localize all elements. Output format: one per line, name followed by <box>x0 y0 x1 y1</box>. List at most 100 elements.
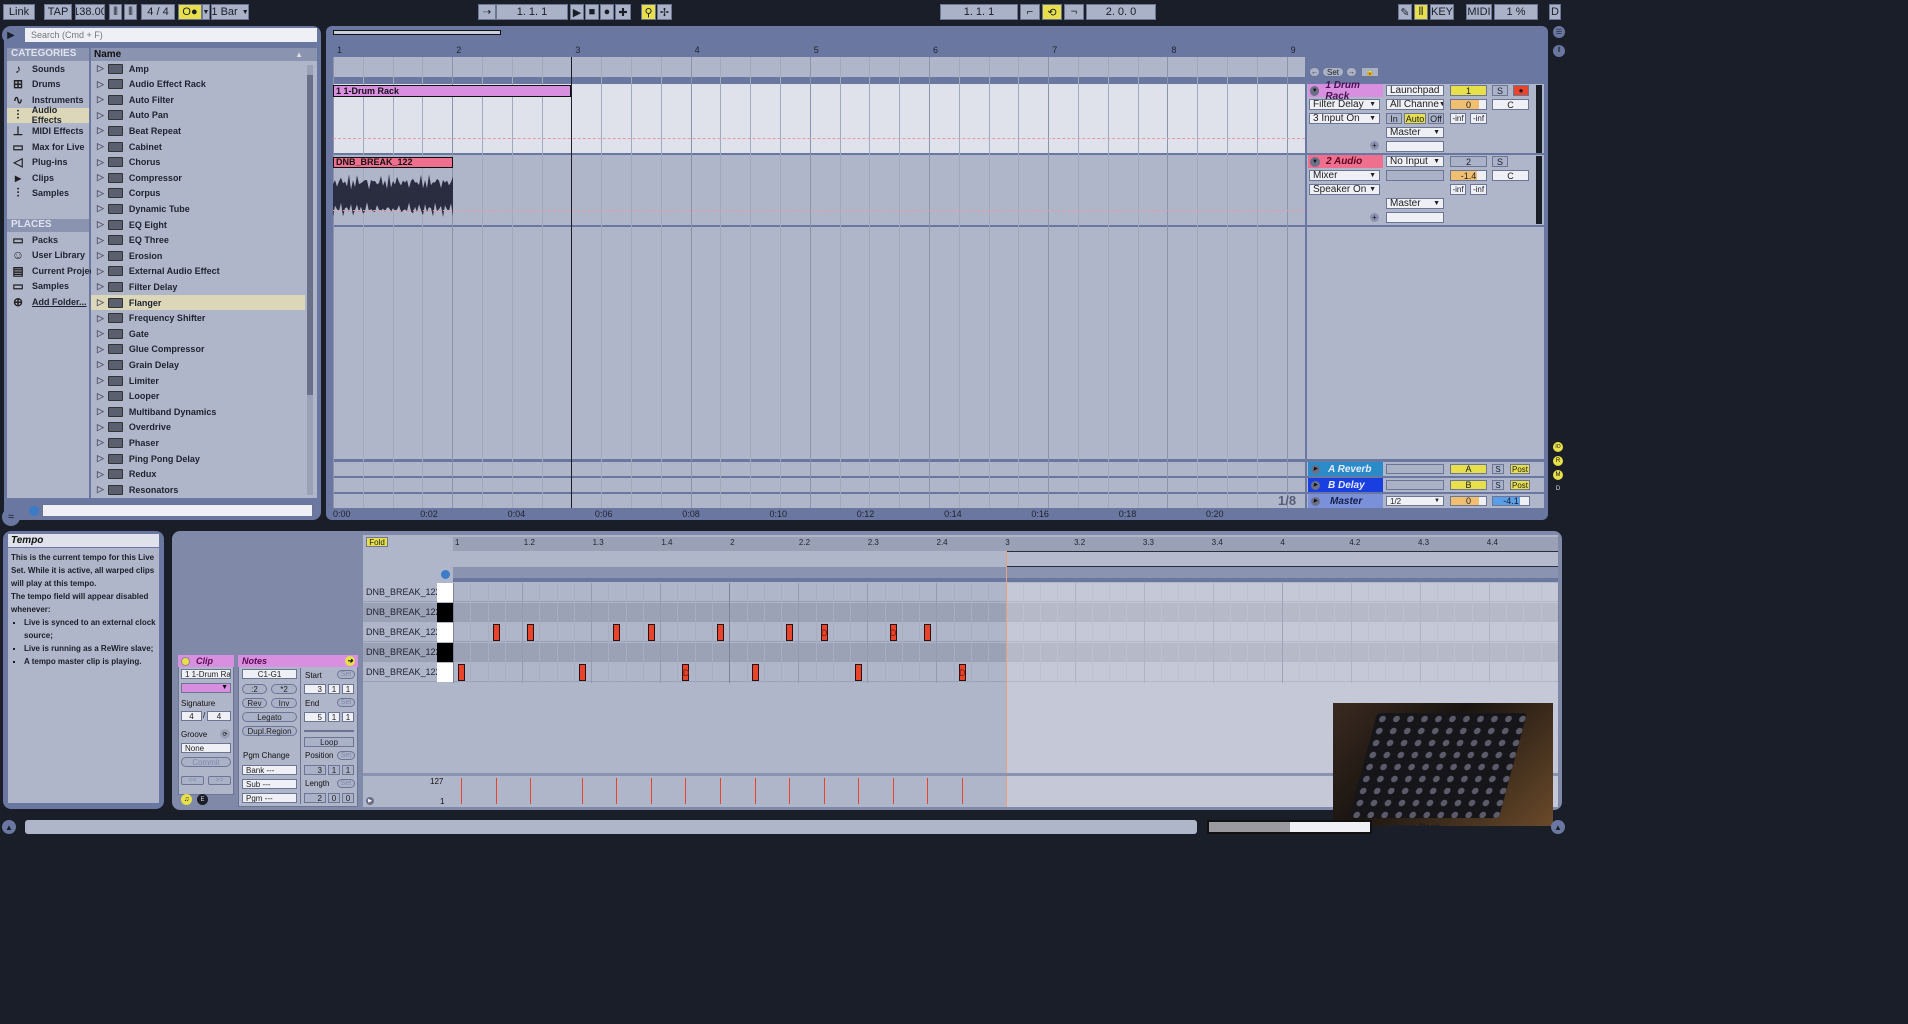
expand-triangle-icon[interactable]: ▷ <box>97 469 104 480</box>
piano-key[interactable] <box>437 603 453 622</box>
expand-triangle-icon[interactable]: ▷ <box>97 484 104 495</box>
browser-item[interactable]: ▷ Multiband Dynamics <box>91 404 305 419</box>
track-fold-icon[interactable]: ▼ <box>1310 85 1320 96</box>
expand-triangle-icon[interactable]: ▷ <box>97 110 104 121</box>
view-toggle-session[interactable]: ☰ <box>1553 26 1565 38</box>
midi-note[interactable]: D <box>958 664 966 681</box>
expand-triangle-icon[interactable]: ▷ <box>97 313 104 324</box>
returns-toggle[interactable]: R <box>1553 456 1563 466</box>
velocity-marker[interactable] <box>927 778 929 804</box>
solo-button-2[interactable]: S <box>1492 156 1508 167</box>
drum-pad-name[interactable]: DNB_BREAK_122 <box>366 627 441 637</box>
return-input-field[interactable] <box>1386 480 1444 490</box>
expand-triangle-icon[interactable]: ▷ <box>97 157 104 168</box>
audio-input-chooser[interactable]: No Input ▼ <box>1386 156 1444 167</box>
start-set-button[interactable]: Set <box>337 670 355 679</box>
preview-headphones-icon[interactable] <box>29 506 39 516</box>
expand-triangle-icon[interactable]: ▷ <box>97 344 104 355</box>
piano-key[interactable] <box>437 643 453 662</box>
velocity-lane-toggle[interactable]: ▶ <box>366 797 374 805</box>
editor-loop-brace[interactable] <box>1006 551 1558 567</box>
browser-item[interactable]: ▷ Beat Repeat <box>91 123 305 138</box>
play-icon[interactable]: ▶ <box>1311 480 1320 490</box>
browser-item[interactable]: ▷ Frequency Shifter <box>91 311 305 326</box>
midi-channel-chooser[interactable]: All Channe▼ <box>1386 99 1444 110</box>
velocity-marker[interactable] <box>719 778 721 804</box>
bank-field[interactable]: Bank --- <box>242 765 297 775</box>
add-lane-icon[interactable]: + <box>1370 213 1379 222</box>
notes-view-toggle[interactable]: ♫ <box>181 794 192 805</box>
browser-item[interactable]: ▷ Limiter <box>91 373 305 388</box>
velocity-marker[interactable] <box>858 778 860 804</box>
return-solo-button[interactable]: S <box>1492 464 1504 474</box>
double-button[interactable]: *2 <box>271 684 297 694</box>
midi-note[interactable]: D <box>820 624 828 641</box>
groove-pool-toggle[interactable]: ≈ <box>2 508 20 526</box>
record-button[interactable]: ● <box>600 4 614 20</box>
nudge-down-button[interactable]: ⦀ <box>109 4 122 20</box>
master-volume-field[interactable]: 0 <box>1450 496 1487 506</box>
return-activator[interactable]: A <box>1450 464 1487 474</box>
browser-item[interactable]: ▷ Overdrive <box>91 420 305 435</box>
quantize-menu[interactable]: 1 Bar ▼ <box>211 4 249 20</box>
drum-pad-name[interactable]: DNB_BREAK_122 <box>366 587 441 597</box>
length-bar-field[interactable]: 2 <box>304 793 326 803</box>
play-button[interactable]: ▶ <box>570 4 584 20</box>
track-activator-2[interactable]: 2 <box>1450 156 1487 167</box>
return-solo-button[interactable]: S <box>1492 480 1504 490</box>
output-chooser-drum[interactable]: Master ▼ <box>1386 127 1444 138</box>
time-signature-field[interactable]: 4 / 4 <box>141 4 175 20</box>
volume-field-1[interactable]: 0 <box>1450 99 1487 110</box>
bar-ruler[interactable]: 1 2 3 4 5 6 7 8 9 <box>333 45 1305 57</box>
browser-scrollbar[interactable] <box>307 65 313 495</box>
expand-triangle-icon[interactable]: ▷ <box>97 172 104 183</box>
arrangement-clip-dnb-break[interactable]: DNB_BREAK_122 <box>333 157 453 168</box>
drum-pad-name[interactable]: DNB_BREAK_122 <box>366 667 441 677</box>
browser-item[interactable]: ▷ Glue Compressor <box>91 342 305 357</box>
piano-key[interactable] <box>437 663 453 682</box>
next-locator-button[interactable]: → <box>1346 67 1357 77</box>
midi-note[interactable]: D <box>682 664 690 681</box>
signature-denominator[interactable]: 4 <box>207 711 231 721</box>
next-clip-button[interactable]: >> <box>208 776 231 785</box>
expand-triangle-icon[interactable]: ▷ <box>97 266 104 277</box>
start-beat-field[interactable]: 1 <box>328 684 340 694</box>
expand-triangle-icon[interactable]: ▷ <box>97 79 104 90</box>
pan-field-2[interactable]: C <box>1492 170 1529 181</box>
position-beat-field[interactable]: 1 <box>328 765 340 775</box>
time-ruler[interactable]: 0:00 0:02 0:04 0:06 0:08 0:10 0:12 0:14 0:16 0:18… <box>333 509 1305 521</box>
expand-triangle-icon[interactable]: ▷ <box>97 63 104 74</box>
reverse-button[interactable]: Rev <box>242 698 267 708</box>
drum-pad-name[interactable]: DNB_BREAK_122 <box>366 607 441 617</box>
velocity-marker[interactable] <box>461 778 462 804</box>
detail-view-toggle[interactable]: ▲ <box>1551 820 1565 834</box>
return-track-title[interactable]: ▶ B Delay <box>1308 478 1383 492</box>
loop-toggle-button[interactable]: Loop <box>304 737 354 747</box>
view-toggle-arrangement[interactable]: ⦀ <box>1553 45 1565 57</box>
category-audio-effects[interactable]: ⫶ Audio Effects <box>7 105 89 125</box>
device-chooser-audio[interactable]: Mixer ▼ <box>1309 170 1380 181</box>
expand-triangle-icon[interactable]: ▷ <box>97 359 104 370</box>
browser-item[interactable]: ▷ Erosion <box>91 248 305 263</box>
preview-bar[interactable] <box>42 504 313 517</box>
punch-out-button[interactable]: ¬ <box>1064 4 1084 20</box>
position-sixteenth-field[interactable]: 1 <box>342 765 354 775</box>
velocity-marker[interactable] <box>754 778 756 804</box>
input-status-drum[interactable]: 3 Input On ▼ <box>1309 113 1380 124</box>
punch-in-button[interactable]: ⌐ <box>1020 4 1040 20</box>
io-toggle[interactable]: IO <box>1553 442 1563 452</box>
browser-item[interactable]: ▷ Resonators <box>91 482 305 497</box>
browser-item[interactable]: ▷ Redux <box>91 467 305 482</box>
browser-item[interactable]: ▷ Audio Effect Rack <box>91 77 305 92</box>
midi-note[interactable] <box>578 664 586 681</box>
play-icon[interactable]: ▶ <box>1311 464 1320 474</box>
add-lane-icon[interactable]: + <box>1370 141 1379 150</box>
loop-length-field[interactable]: 2. 0. 0 <box>1086 4 1156 20</box>
output-chooser-audio[interactable]: Master ▼ <box>1386 198 1444 209</box>
computer-midi-keyboard-button[interactable]: ⦀ <box>1414 4 1428 20</box>
return-input-field[interactable] <box>1386 464 1444 474</box>
midi-note[interactable] <box>613 624 621 641</box>
midi-map-button[interactable]: MIDI <box>1466 4 1492 20</box>
signature-numerator[interactable]: 4 <box>181 711 202 721</box>
pan-field-1[interactable]: C <box>1492 99 1529 110</box>
